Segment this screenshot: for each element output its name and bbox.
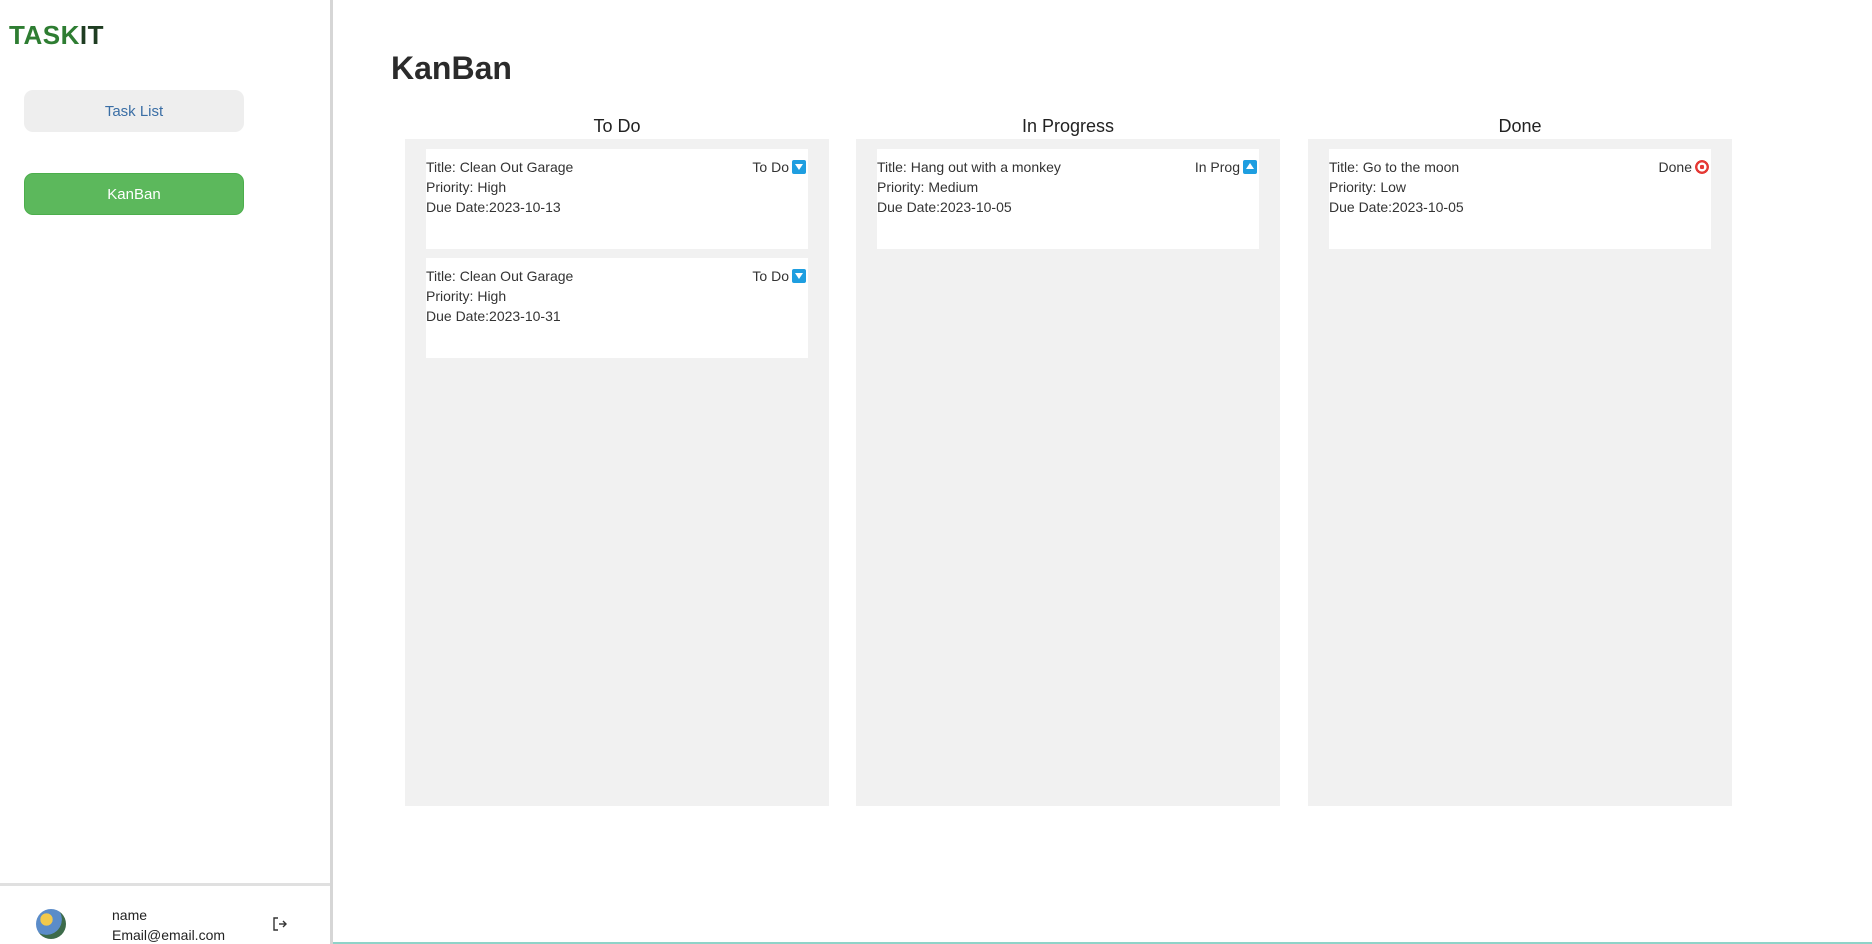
- column-in-progress: Title: Hang out with a monkey Priority: …: [856, 139, 1280, 806]
- logo-text-prefix: TASK: [9, 20, 80, 50]
- card-status[interactable]: To Do: [752, 266, 806, 286]
- column-header-todo: To Do: [593, 116, 641, 136]
- card-title: Title: Clean Out Garage: [426, 159, 574, 175]
- card-due-date: Due Date:2023-10-05: [1329, 199, 1464, 215]
- task-card[interactable]: Title: Go to the moon Priority: Low Due …: [1329, 149, 1711, 249]
- card-priority: Priority: Medium: [877, 179, 979, 195]
- task-card[interactable]: Title: Clean Out Garage Priority: High D…: [426, 149, 808, 249]
- user-name: name: [112, 907, 148, 923]
- target-icon: [1695, 160, 1709, 174]
- card-due-date: Due Date:2023-10-05: [877, 199, 1012, 215]
- nav-task-list-button[interactable]: Task List: [24, 90, 244, 132]
- card-priority: Priority: High: [426, 179, 507, 195]
- sidebar: TASKIT Task List KanBan name Email@email…: [0, 0, 333, 944]
- column-todo: Title: Clean Out Garage Priority: High D…: [405, 139, 829, 806]
- arrow-up-icon: [1243, 160, 1257, 174]
- app-logo: TASKIT: [9, 20, 104, 51]
- arrow-down-icon: [792, 160, 806, 174]
- card-title: Title: Hang out with a monkey: [877, 159, 1061, 175]
- arrow-down-icon: [792, 269, 806, 283]
- card-status-label: To Do: [752, 268, 789, 284]
- card-title: Title: Clean Out Garage: [426, 268, 574, 284]
- avatar[interactable]: [36, 909, 66, 939]
- nav-kanban-label: KanBan: [107, 185, 161, 203]
- user-email: Email@email.com: [112, 927, 226, 943]
- card-due-date: Due Date:2023-10-13: [426, 199, 561, 215]
- user-footer: name Email@email.com: [0, 883, 330, 944]
- logout-icon[interactable]: [270, 914, 290, 934]
- logo-text-suffix: IT: [79, 20, 104, 50]
- column-done: Title: Go to the moon Priority: Low Due …: [1308, 139, 1732, 806]
- card-status-label: Done: [1658, 159, 1692, 175]
- card-status-label: In Prog: [1194, 159, 1240, 175]
- card-priority: Priority: Low: [1329, 179, 1407, 195]
- task-card[interactable]: Title: Hang out with a monkey Priority: …: [877, 149, 1259, 249]
- card-status-label: To Do: [752, 159, 789, 175]
- card-priority: Priority: High: [426, 288, 507, 304]
- card-title: Title: Go to the moon: [1329, 159, 1460, 175]
- card-status[interactable]: To Do: [752, 157, 806, 177]
- card-status[interactable]: In Prog: [1195, 157, 1257, 177]
- task-card[interactable]: Title: Clean Out Garage Priority: High D…: [426, 258, 808, 358]
- page-title: KanBan: [391, 50, 512, 86]
- column-header-done: Done: [1498, 116, 1542, 136]
- column-header-in-progress: In Progress: [1021, 116, 1115, 136]
- card-status[interactable]: Done: [1659, 157, 1709, 177]
- card-due-date: Due Date:2023-10-31: [426, 308, 561, 324]
- nav-kanban-button[interactable]: KanBan: [24, 173, 244, 215]
- nav-task-list-label: Task List: [104, 102, 164, 120]
